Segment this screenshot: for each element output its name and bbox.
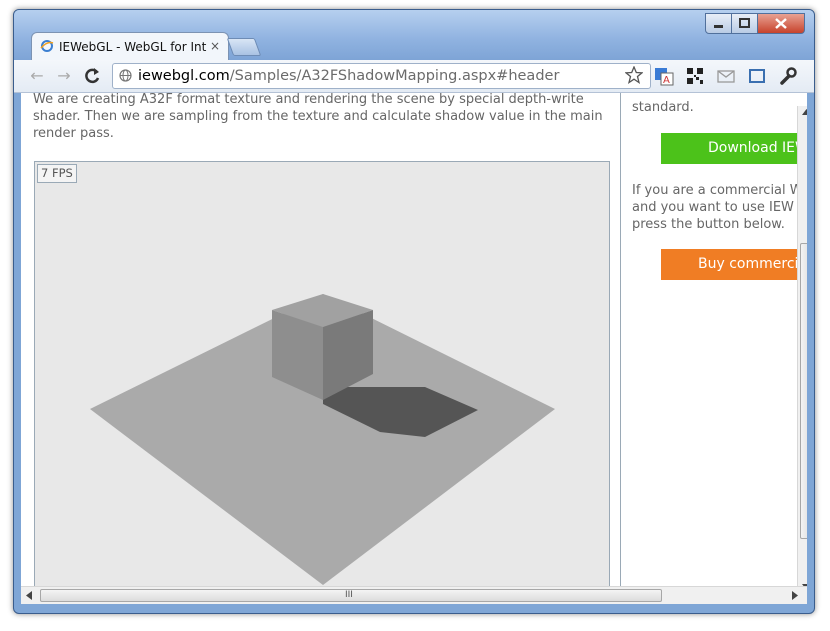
shadow-scene-render [90, 294, 555, 585]
vertical-scroll-thumb[interactable] [800, 243, 807, 539]
page-content: We are creating A32F format texture and … [21, 93, 807, 586]
vertical-scrollbar[interactable] [797, 106, 807, 586]
tab-close-icon[interactable]: × [210, 38, 220, 54]
horizontal-scroll-thumb[interactable]: III [40, 589, 662, 602]
star-icon[interactable] [625, 66, 643, 84]
qr-code-icon[interactable] [685, 66, 705, 86]
mail-icon[interactable] [716, 66, 736, 86]
tab-title: IEWebGL - WebGL for Interr [59, 40, 207, 54]
minimize-icon [714, 25, 723, 28]
address-bar[interactable]: iewebgl.com/Samples/A32FShadowMapping.as… [112, 63, 651, 89]
translate-icon[interactable]: A [654, 66, 674, 86]
url-path: /Samples/A32FShadowMapping.aspx#header [229, 68, 560, 84]
navigation-toolbar: ← → iewebgl.com/Samples/A32FShadowMappin… [14, 60, 814, 93]
close-window-button[interactable] [757, 13, 805, 34]
sidebar-standard-text: standard. [632, 100, 694, 115]
horizontal-scrollbar[interactable]: III [21, 586, 807, 604]
globe-icon [119, 69, 132, 82]
scroll-up-icon[interactable] [802, 109, 807, 115]
browser-window: IEWebGL - WebGL for Interr × ← → iewebgl… [13, 9, 815, 614]
fullscreen-icon[interactable] [747, 66, 767, 86]
sidebar-commercial-line: If you are a commercial W [632, 183, 803, 198]
scroll-right-icon[interactable] [792, 591, 798, 600]
buy-commercial-button[interactable]: Buy commercial [661, 249, 801, 280]
svg-text:A: A [663, 75, 670, 86]
close-icon [775, 18, 787, 29]
wrench-icon[interactable] [778, 66, 798, 86]
title-bar: IEWebGL - WebGL for Interr × [14, 10, 814, 61]
url-host: iewebgl.com [138, 68, 230, 84]
sidebar-commercial-line: press the button below. [632, 217, 785, 232]
scroll-grip: III [345, 590, 353, 600]
forward-button[interactable]: → [54, 66, 74, 86]
webgl-canvas[interactable]: 7 FPS [34, 161, 610, 586]
fps-counter: 7 FPS [37, 164, 77, 183]
back-button[interactable]: ← [27, 66, 47, 86]
sidebar-commercial-line: and you want to use IEW [632, 200, 794, 215]
minimize-button[interactable] [705, 13, 732, 34]
maximize-button[interactable] [731, 13, 758, 34]
scroll-left-icon[interactable] [26, 591, 32, 600]
ie-favicon-icon [40, 40, 54, 52]
new-tab-button[interactable] [226, 38, 262, 56]
browser-tab[interactable]: IEWebGL - WebGL for Interr × [31, 32, 229, 61]
column-divider [620, 93, 621, 586]
intro-paragraph: We are creating A32F format texture and … [33, 93, 603, 141]
reload-icon[interactable] [82, 66, 102, 86]
download-button[interactable]: Download IEWebGL [661, 133, 801, 164]
maximize-icon [739, 18, 750, 28]
url-text: iewebgl.com/Samples/A32FShadowMapping.as… [138, 67, 559, 85]
